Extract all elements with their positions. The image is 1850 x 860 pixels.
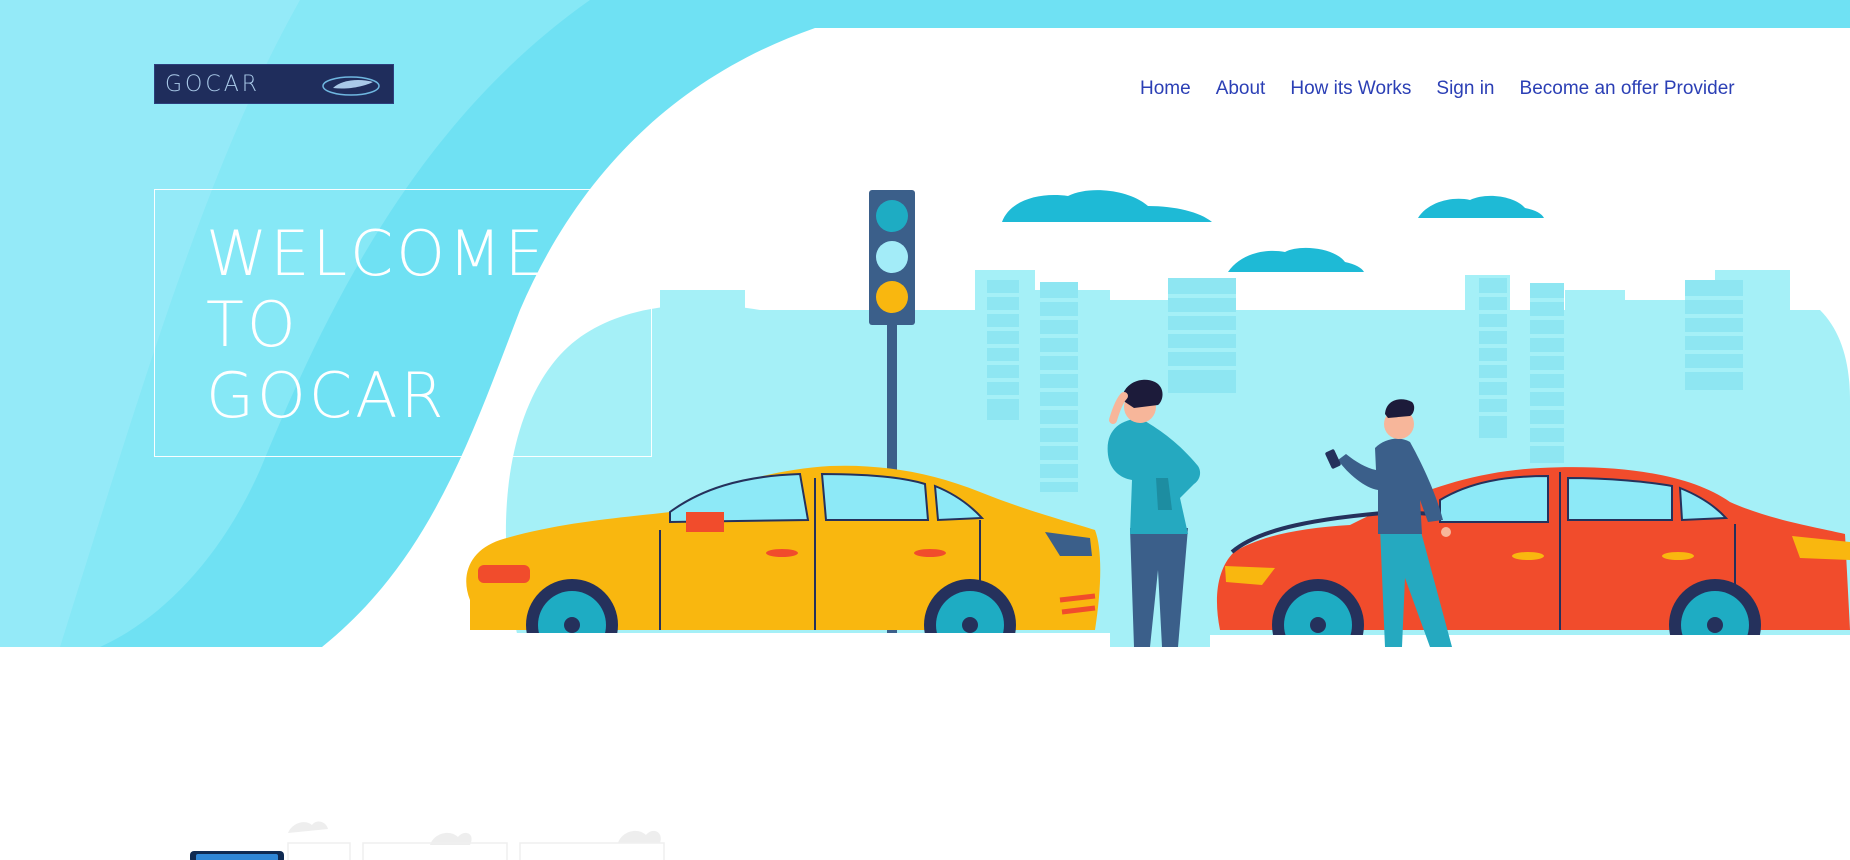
cloud-icon bbox=[1002, 190, 1544, 272]
nav-how-it-works[interactable]: How its Works bbox=[1290, 78, 1411, 100]
hero-section: GOCAR Home About How its Works Sign in B… bbox=[0, 0, 1850, 647]
gocar-logo[interactable]: GOCAR bbox=[154, 64, 394, 104]
welcome-line: TO bbox=[206, 288, 299, 361]
landing-page: GOCAR Home About How its Works Sign in B… bbox=[0, 0, 1850, 860]
logo-text: GOCAR bbox=[165, 71, 261, 97]
welcome-line: GOCAR bbox=[206, 359, 447, 432]
main-nav: Home About How its Works Sign in Become … bbox=[1140, 74, 1735, 104]
car-swoosh-icon bbox=[322, 76, 380, 96]
app-screens-illustration bbox=[190, 821, 665, 860]
nav-about[interactable]: About bbox=[1216, 78, 1266, 100]
welcome-heading: WELCOME TO GOCAR bbox=[206, 218, 547, 431]
nav-home[interactable]: Home bbox=[1140, 78, 1191, 100]
welcome-box: WELCOME TO GOCAR bbox=[154, 189, 652, 457]
nav-sign-in[interactable]: Sign in bbox=[1436, 78, 1494, 100]
nav-become-offer-provider[interactable]: Become an offer Provider bbox=[1520, 78, 1735, 100]
below-hero-section bbox=[0, 647, 1850, 860]
welcome-line: WELCOME bbox=[206, 217, 547, 290]
